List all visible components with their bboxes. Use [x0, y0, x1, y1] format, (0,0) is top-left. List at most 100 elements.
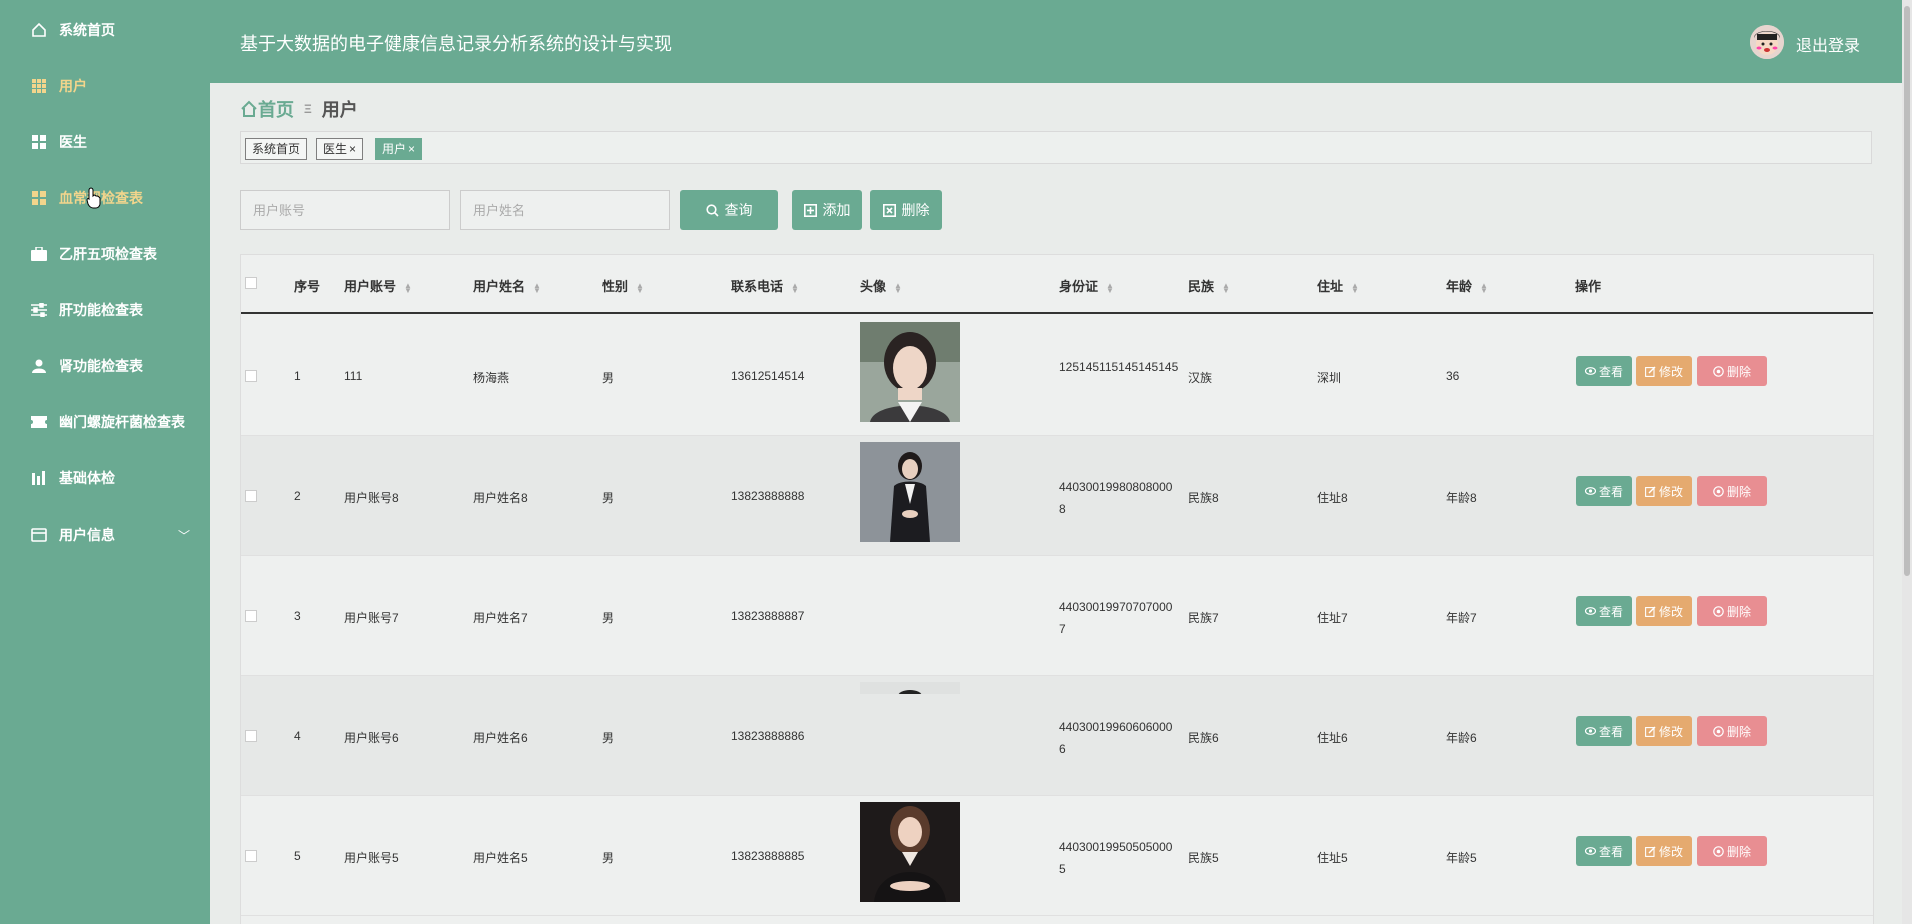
- scrollbar-thumb[interactable]: [1904, 6, 1910, 576]
- sidebar-item-blood-routine[interactable]: 血常规检查表: [0, 174, 210, 222]
- sidebar-item-kidney[interactable]: 肾功能检查表: [0, 342, 210, 390]
- sidebar-item-user-info[interactable]: 用户信息 ﹀: [0, 511, 210, 559]
- sidebar-item-label: 医生: [59, 134, 87, 150]
- view-button[interactable]: 查看: [1576, 716, 1632, 746]
- col-header-age[interactable]: 年龄 ▲ ▼: [1446, 276, 1488, 295]
- sidebar-item-users[interactable]: 用户: [0, 62, 210, 110]
- sort-icon[interactable]: ▲ ▼: [1222, 281, 1230, 294]
- avatar[interactable]: [1750, 25, 1784, 59]
- edit-button[interactable]: 修改: [1636, 716, 1692, 746]
- cell-nation: 民族6: [1188, 731, 1219, 745]
- name-search-input[interactable]: [460, 190, 670, 230]
- close-icon[interactable]: ×: [408, 142, 415, 156]
- close-circle-icon: [1713, 725, 1724, 737]
- home-icon: [241, 100, 257, 117]
- sort-icon[interactable]: ▲ ▼: [1480, 281, 1488, 294]
- col-header-nation[interactable]: 民族 ▲ ▼: [1188, 276, 1230, 295]
- row-checkbox[interactable]: [245, 850, 257, 862]
- edit-button[interactable]: 修改: [1636, 836, 1692, 866]
- avatar-photo[interactable]: [860, 442, 960, 542]
- row-checkbox[interactable]: [245, 490, 257, 502]
- sort-icon[interactable]: ▲ ▼: [1106, 281, 1114, 294]
- apps-icon: [30, 189, 48, 207]
- add-button[interactable]: 添加: [792, 190, 862, 230]
- cell-gender: 男: [602, 851, 615, 865]
- col-header-idcard[interactable]: 身份证 ▲ ▼: [1059, 276, 1114, 295]
- cell-account: 111: [344, 369, 363, 383]
- batch-delete-button[interactable]: 删除: [870, 190, 942, 230]
- row-checkbox[interactable]: [245, 730, 257, 742]
- col-header-label: 民族: [1188, 279, 1215, 294]
- delete-button-label: 删除: [1726, 364, 1751, 379]
- view-button[interactable]: 查看: [1576, 836, 1632, 866]
- delete-button[interactable]: 删除: [1697, 836, 1767, 866]
- account-search-input[interactable]: [240, 190, 450, 230]
- table-row[interactable]: 5 用户账号5 用户姓名5 男 13823888885 44030019950505000…: [241, 796, 1873, 916]
- sidebar-item-hp[interactable]: 幽门螺旋杆菌检查表: [0, 398, 210, 446]
- select-all-checkbox[interactable]: [245, 277, 257, 289]
- eye-icon: [1584, 487, 1596, 495]
- sort-icon[interactable]: ▲ ▼: [791, 281, 799, 294]
- edit-button[interactable]: 修改: [1636, 476, 1692, 506]
- col-header-actions: 操作: [1575, 279, 1602, 294]
- col-header-label: 性别: [602, 279, 629, 294]
- col-header-name[interactable]: 用户姓名 ▲ ▼: [473, 276, 541, 295]
- sort-icon[interactable]: ▲ ▼: [533, 281, 541, 294]
- close-icon[interactable]: ×: [349, 142, 356, 156]
- edit-icon: [1645, 726, 1656, 737]
- col-header-gender[interactable]: 性别 ▲ ▼: [602, 276, 644, 295]
- tag-doctor[interactable]: 医生 ×: [316, 138, 364, 160]
- eye-icon: [1584, 847, 1596, 855]
- sort-icon[interactable]: ▲ ▼: [894, 281, 902, 294]
- tag-label: 医生: [323, 142, 348, 156]
- cell-nation: 民族7: [1188, 611, 1219, 625]
- sidebar-item-home[interactable]: 系统首页: [0, 6, 210, 54]
- row-checkbox[interactable]: [245, 610, 257, 622]
- delete-button[interactable]: 删除: [1697, 716, 1767, 746]
- page-scrollbar[interactable]: [1902, 0, 1912, 924]
- sidebar-item-doctor[interactable]: 医生: [0, 118, 210, 166]
- edit-button[interactable]: 修改: [1636, 596, 1692, 626]
- edit-button-label: 修改: [1658, 364, 1683, 379]
- col-header-phone[interactable]: 联系电话 ▲ ▼: [731, 276, 799, 295]
- col-header-photo[interactable]: 头像 ▲ ▼: [860, 276, 902, 295]
- breadcrumb-home[interactable]: 首页: [240, 96, 294, 122]
- avatar-photo[interactable]: [860, 802, 960, 902]
- col-header-label: 联系电话: [731, 279, 784, 294]
- edit-icon: [1645, 486, 1656, 497]
- delete-button[interactable]: 删除: [1697, 476, 1767, 506]
- sort-icon[interactable]: ▲ ▼: [1351, 281, 1359, 294]
- edit-button[interactable]: 修改: [1636, 356, 1692, 386]
- sidebar-item-basic-exam[interactable]: 基础体检: [0, 454, 210, 502]
- logout-button[interactable]: 退出登录: [1796, 32, 1860, 56]
- table-row[interactable]: 3 用户账号7 用户姓名7 男 13823888887 44030019970707000…: [241, 556, 1873, 676]
- chart-icon: [30, 469, 48, 487]
- avatar-photo[interactable]: [860, 322, 960, 422]
- view-button[interactable]: 查看: [1576, 596, 1632, 626]
- delete-button[interactable]: 删除: [1697, 356, 1767, 386]
- tag-home[interactable]: 系统首页: [245, 138, 308, 160]
- view-button[interactable]: 查看: [1576, 476, 1632, 506]
- avatar-photo[interactable]: [860, 682, 960, 782]
- view-button[interactable]: 查看: [1576, 356, 1632, 386]
- col-header-label: 头像: [860, 279, 887, 294]
- table-row[interactable]: 2 用户账号8 用户姓名8 男 13823888888 44030019980808000…: [241, 436, 1873, 556]
- sidebar-item-label: 幽门螺旋杆菌检查表: [59, 414, 185, 430]
- tag-users[interactable]: 用户 ×: [375, 138, 423, 160]
- row-checkbox[interactable]: [245, 370, 257, 382]
- delete-button[interactable]: 删除: [1697, 596, 1767, 626]
- table-row[interactable]: 4 用户账号6 用户姓名6 男 13823888886 44030019960606000…: [241, 676, 1873, 796]
- col-header-account[interactable]: 用户账号 ▲ ▼: [344, 276, 412, 295]
- sidebar-item-hepatitis-b[interactable]: 乙肝五项检查表: [0, 230, 210, 278]
- query-button[interactable]: 查询: [680, 190, 778, 230]
- table-row[interactable]: 1 111 杨海燕男 13612514514 125145115145145145 汉族深…: [241, 316, 1873, 436]
- cell-no: 4: [294, 729, 301, 743]
- sort-icon[interactable]: ▲ ▼: [404, 281, 412, 294]
- sort-icon[interactable]: ▲ ▼: [636, 281, 644, 294]
- sidebar-item-liver[interactable]: 肝功能检查表: [0, 286, 210, 334]
- edit-button-label: 修改: [1658, 604, 1683, 619]
- cell-age: 年龄5: [1446, 851, 1477, 865]
- search-icon: [705, 203, 719, 217]
- col-header-address[interactable]: 住址 ▲ ▼: [1317, 276, 1359, 295]
- breadcrumb-separator: Ξ: [304, 102, 312, 116]
